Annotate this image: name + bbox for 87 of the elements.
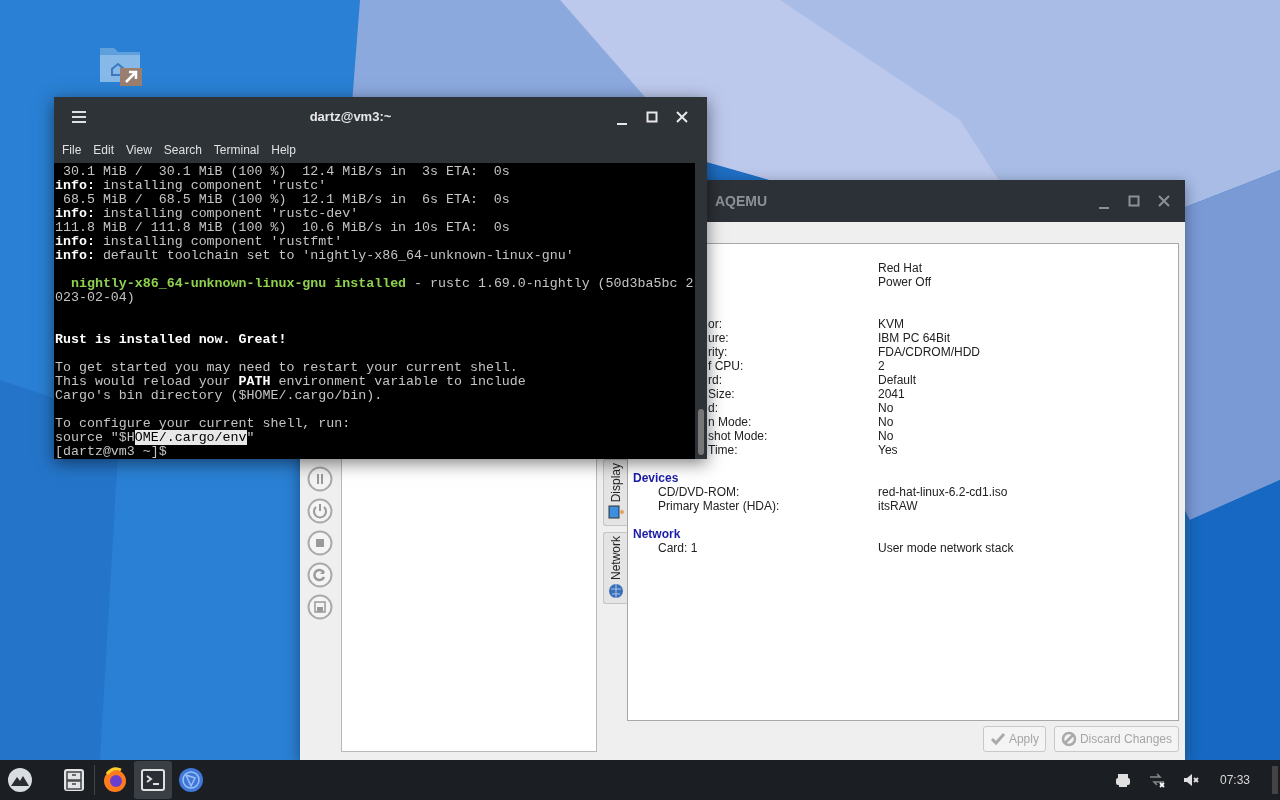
field-label: CD/DVD-ROM: (658, 485, 740, 499)
globe-icon (607, 583, 624, 600)
field-label: Card: 1 (658, 541, 698, 555)
field-value: Red Hat (878, 261, 923, 275)
menu-item[interactable]: View (120, 139, 158, 161)
muted-speaker-icon (1181, 771, 1200, 789)
field-value: No (878, 415, 894, 429)
field-value: IBM PC 64Bit (878, 331, 951, 345)
terminal-line: 68.5 MiB / 68.5 MiB (100 %) 12.1 MiB/s in 6s ETA: 0s (61, 193, 510, 207)
terminal-line: To configure your current shell, run: (55, 417, 351, 431)
terminal-line: source "$HOME/.cargo/env" (55, 431, 255, 445)
terminal-line: This would reload your PATH environment variable to include (55, 375, 526, 389)
field-value: KVM (878, 317, 904, 331)
field-label: Size: (708, 387, 735, 401)
field-value: No (878, 429, 894, 443)
printer-icon (1113, 771, 1132, 789)
field-label: rd: (708, 373, 722, 387)
terminal-line: 023-02-04) (55, 291, 135, 305)
field-value: User mode network stack (878, 541, 1014, 555)
menu-item[interactable]: Terminal (207, 139, 266, 161)
terminal-line: info: installing component 'rustc' (55, 179, 327, 193)
close-icon (676, 111, 688, 123)
field-label: f CPU: (708, 359, 744, 373)
field-label: d: (708, 401, 718, 415)
close-icon (1158, 195, 1170, 207)
scrollbar[interactable] (695, 163, 707, 459)
prohibited-icon (1060, 731, 1077, 747)
taskbar-app[interactable] (134, 761, 172, 799)
mountain-logo-icon (6, 766, 34, 794)
terminal-icon (139, 766, 167, 794)
window-title: dartz@vm3:~ (308, 108, 393, 127)
tab[interactable]: Network (603, 532, 627, 605)
terminal-line: nightly-x86_64-unknown-linux-gnu installed - rustc 1.69.0-nightly (50d3ba5bc 2 (69, 277, 694, 291)
field-value: Power Off (878, 275, 932, 289)
minimize-icon (616, 123, 628, 125)
field-value: 2 (878, 359, 885, 373)
globe-icon (177, 766, 205, 794)
reset-icon (307, 562, 333, 588)
terminal-line: 111.8 MiB / 111.8 MiB (100 %) 10.6 MiB/s in 10s ETA: 0s (55, 221, 510, 235)
monitor-icon (607, 505, 624, 522)
field-label: ure: (708, 331, 729, 345)
field-label: or: (708, 317, 722, 331)
network-disconnected-icon (1147, 771, 1166, 789)
terminal-line: To get started you may need to restart your current shell. (55, 361, 518, 375)
check-icon (989, 731, 1006, 747)
field-value: Yes (878, 443, 898, 457)
save-icon (307, 594, 333, 620)
menu-item[interactable]: Search (157, 139, 208, 161)
reset-button[interactable] (307, 562, 333, 588)
field-value: Default (878, 373, 917, 387)
field-label: shot Mode: (708, 429, 768, 443)
stop-icon (307, 530, 333, 556)
field-label: rity: (708, 345, 728, 359)
maximize-icon (646, 111, 658, 123)
field-value: 2041 (878, 387, 905, 401)
field-label: Primary Master (HDA): (658, 499, 780, 513)
terminal-line: info: default toolchain set to 'nightly-x86_64-unknown-linux-gnu' (55, 249, 574, 263)
pause-button[interactable] (307, 466, 333, 492)
field-value: FDA/CDROM/HDD (878, 345, 980, 359)
power-button[interactable] (307, 498, 333, 524)
minimize-icon (1098, 207, 1110, 209)
terminal-line: info: installing component 'rustfmt' (55, 235, 343, 249)
terminal-line: Cargo's bin directory ($HOME/.cargo/bin). (55, 389, 383, 403)
menu-icon (71, 110, 87, 124)
terminal-line: [dartz@vm3 ~]$ (55, 445, 167, 459)
pause-icon (307, 466, 333, 492)
menu-item[interactable]: Edit (87, 139, 121, 161)
save-button[interactable] (307, 594, 333, 620)
field-value: No (878, 401, 894, 415)
stop-button[interactable] (307, 530, 333, 556)
power-icon (307, 498, 333, 524)
field-label: n Mode: (708, 415, 752, 429)
field-value: itsRAW (878, 499, 918, 513)
maximize-icon (1128, 195, 1140, 207)
field-label: Time: (708, 443, 738, 457)
field-value: red-hat-linux-6.2-cd1.iso (878, 485, 1008, 499)
tab[interactable]: Display (603, 459, 627, 527)
section-heading: Devices (632, 471, 680, 485)
terminal-line: 30.1 MiB / 30.1 MiB (100 %) 12.4 MiB/s in 3s ETA: 0s (61, 165, 510, 179)
window-title: AQEMU (715, 191, 769, 211)
menu-item[interactable]: Help (265, 139, 302, 161)
section-heading: Network (632, 527, 682, 541)
terminal-line: Rust is installed now. Great! (55, 333, 287, 347)
terminal-line: info: installing component 'rustc-dev' (55, 207, 359, 221)
clock[interactable]: 07:33 (1219, 771, 1250, 789)
browser-icon (101, 766, 129, 794)
menu-item[interactable]: File (56, 139, 88, 161)
